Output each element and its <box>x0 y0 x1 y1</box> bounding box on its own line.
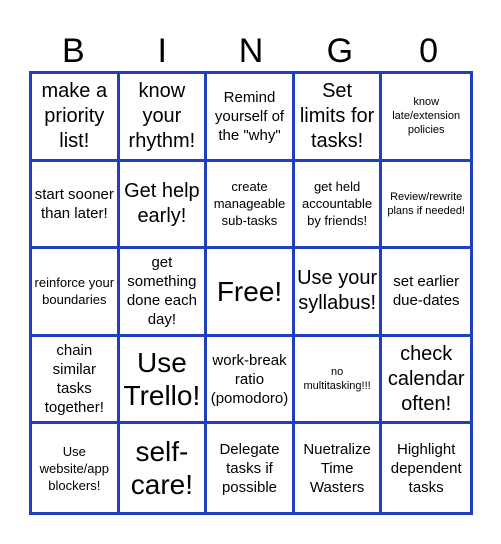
bingo-cell[interactable]: work-break ratio (pomodoro) <box>207 336 295 425</box>
bingo-cell[interactable]: no multitasking!!! <box>294 336 383 425</box>
bingo-cell[interactable]: know late/extension policies <box>382 74 470 162</box>
bingo-cell[interactable]: reinforce your boundaries <box>32 249 120 337</box>
header-letter-g: G <box>326 32 354 70</box>
bingo-cell[interactable]: get something done each day! <box>119 249 208 337</box>
bingo-cell[interactable]: Use your syllabus! <box>294 249 383 337</box>
bingo-cell[interactable]: Delegate tasks if possible <box>207 424 295 512</box>
bingo-cell[interactable]: start sooner than later! <box>32 161 120 250</box>
bingo-cell[interactable]: Use website/app blockers! <box>32 424 120 512</box>
bingo-header: B I N G 0 <box>29 30 473 72</box>
bingo-cell[interactable]: get held accountable by friends! <box>294 161 383 250</box>
header-letter-o: 0 <box>419 32 439 70</box>
bingo-cell[interactable]: chain similar tasks together! <box>32 336 120 425</box>
bingo-cell[interactable]: self-care! <box>120 424 208 512</box>
header-letter-n: N <box>238 32 264 70</box>
bingo-cell[interactable]: create manageable sub-tasks <box>207 161 295 250</box>
bingo-cell[interactable]: make a priority list! <box>32 74 120 162</box>
bingo-cell[interactable]: know your rhythm! <box>119 74 208 162</box>
bingo-cell[interactable]: check calendar often! <box>382 337 470 425</box>
bingo-cell[interactable]: Set limits for tasks! <box>294 74 383 162</box>
bingo-cell[interactable]: Highlight dependent tasks <box>382 424 470 512</box>
header-letter-i: I <box>157 32 167 70</box>
bingo-cell[interactable]: Review/rewrite plans if needed! <box>382 162 470 250</box>
free-space-cell[interactable]: Free! <box>207 249 295 337</box>
bingo-cell[interactable]: Nuetralize Time Wasters <box>295 424 383 512</box>
bingo-cell[interactable]: set earlier due-dates <box>382 249 470 337</box>
bingo-cell[interactable]: Get help early! <box>119 161 208 250</box>
bingo-cell[interactable]: Use Trello! <box>119 336 208 425</box>
bingo-cell[interactable]: Remind yourself of the "why" <box>207 74 295 162</box>
bingo-grid: make a priority list! know your rhythm! Re… <box>29 71 473 515</box>
header-letter-b: B <box>62 32 85 70</box>
